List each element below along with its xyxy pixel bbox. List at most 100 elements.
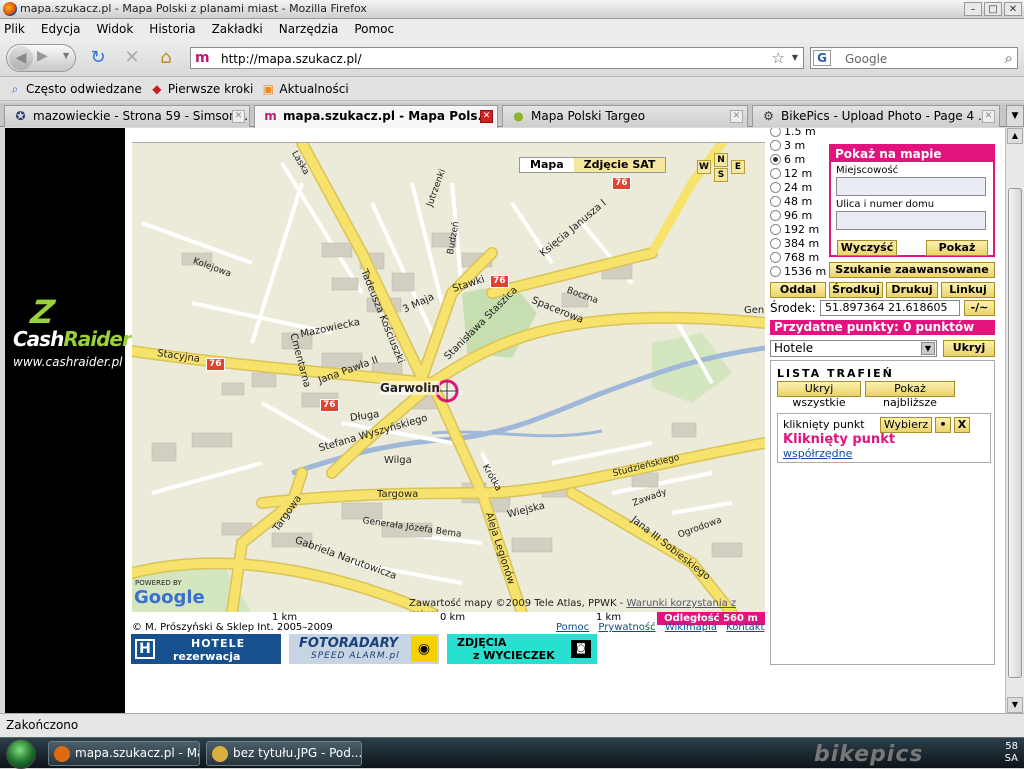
- zoom-radio[interactable]: [770, 237, 781, 249]
- menu-narzedzia[interactable]: Narzędzia: [279, 22, 339, 36]
- zoom-radio[interactable]: [770, 153, 781, 165]
- scroll-down-icon[interactable]: ▼: [1007, 697, 1023, 713]
- help-link[interactable]: Pomoc: [556, 622, 589, 633]
- zoom-radio[interactable]: [770, 139, 781, 151]
- map-canvas[interactable]: Mapa Zdjęcie SAT N W E S 76 76 76 76 76 …: [132, 142, 765, 612]
- trips-banner[interactable]: ZDJĘCIA z WYCIECZEK ◙: [447, 634, 597, 664]
- zoom-option[interactable]: 1.5 m: [770, 128, 816, 138]
- tab-list-icon[interactable]: ▼: [1006, 105, 1024, 127]
- zoom-option[interactable]: 6 m: [770, 152, 805, 166]
- minimize-button[interactable]: –: [964, 2, 982, 16]
- taskbar-paint[interactable]: bez tytułu.JPG - Pod...: [206, 741, 362, 766]
- zoom-radio[interactable]: [770, 167, 781, 179]
- close-window-button[interactable]: ✕: [1004, 2, 1022, 16]
- dot-button[interactable]: •: [935, 417, 951, 433]
- pan-east-button[interactable]: E: [731, 160, 745, 174]
- hotels-banner[interactable]: H HOTELE rezerwacja online: [131, 634, 281, 676]
- zoom-radio[interactable]: [770, 181, 781, 193]
- show-nearest-button[interactable]: Pokaż najbliższe: [865, 381, 955, 409]
- bookmark-aktualnosci[interactable]: ▣ Aktualności: [261, 82, 349, 96]
- zoom-option[interactable]: 96 m: [770, 208, 812, 222]
- tab-mapa-szukacz[interactable]: m mapa.szukacz.pl - Mapa Pols... ✕: [254, 105, 498, 128]
- zoom-radio[interactable]: [770, 128, 781, 137]
- menu-plik[interactable]: Plik: [4, 22, 25, 36]
- search-bar[interactable]: G Google ⌕: [810, 47, 1018, 69]
- menu-widok[interactable]: Widok: [96, 22, 133, 36]
- contact-link[interactable]: Kontakt: [726, 622, 764, 633]
- zoom-out-button[interactable]: Oddal: [770, 282, 826, 298]
- back-button[interactable]: ◀: [9, 46, 33, 70]
- zoom-option[interactable]: 1536 m: [770, 264, 826, 278]
- zoom-radio[interactable]: [770, 265, 781, 277]
- coordinate-format-button[interactable]: -/~: [964, 300, 995, 316]
- google-engine-icon[interactable]: G: [813, 50, 831, 66]
- url-dropdown-icon[interactable]: ▼: [792, 53, 798, 62]
- scroll-thumb[interactable]: [1008, 188, 1022, 678]
- menu-zakladki[interactable]: Zakładki: [212, 22, 263, 36]
- bookmark-pierwsze[interactable]: ◆ Pierwsze kroki: [150, 82, 253, 96]
- close-point-button[interactable]: X: [954, 417, 970, 433]
- tab-targeo[interactable]: ● Mapa Polski Targeo ✕: [502, 105, 748, 127]
- hide-all-button[interactable]: Ukryj wszystkie: [777, 381, 861, 409]
- clear-button[interactable]: Wyczyść: [837, 240, 897, 256]
- close-tab-icon[interactable]: ✕: [982, 110, 995, 123]
- coordinates-link[interactable]: współrzędne: [783, 447, 852, 460]
- close-tab-icon[interactable]: ✕: [480, 110, 493, 123]
- link-button[interactable]: Linkuj: [941, 282, 995, 298]
- hide-category-button[interactable]: Ukryj: [943, 340, 995, 357]
- zoom-option[interactable]: 3 m: [770, 138, 805, 152]
- zoom-option[interactable]: 48 m: [770, 194, 812, 208]
- page-scrollbar[interactable]: ▲ ▼: [1005, 128, 1024, 713]
- google-logo[interactable]: Google: [134, 587, 205, 608]
- pan-south-button[interactable]: S: [714, 168, 728, 182]
- zoom-option-label: 24 m: [784, 180, 813, 194]
- cashraider-ad[interactable]: Z CashRaider www.cashraider.pl: [5, 128, 132, 713]
- zoom-option[interactable]: 12 m: [770, 166, 812, 180]
- zoom-option[interactable]: 384 m: [770, 236, 819, 250]
- show-button[interactable]: Pokaż: [926, 240, 988, 256]
- menu-pomoc[interactable]: Pomoc: [354, 22, 394, 36]
- zoom-radio[interactable]: [770, 209, 781, 221]
- tab-mazowieckie[interactable]: ✪ mazowieckie - Strona 59 - Simson... ✕: [4, 105, 250, 127]
- menu-historia[interactable]: Historia: [149, 22, 195, 36]
- wikimapia-link[interactable]: Wikimapia: [665, 622, 717, 633]
- zoom-option[interactable]: 24 m: [770, 180, 812, 194]
- choose-button[interactable]: Wybierz: [880, 417, 932, 433]
- fotoradary-banner[interactable]: FOTORADARY SPEED ALARM.pl ◉: [289, 634, 439, 664]
- history-dropdown-icon[interactable]: ▼: [63, 51, 69, 60]
- pan-west-button[interactable]: W: [697, 160, 711, 174]
- bookmark-star-icon[interactable]: ☆: [772, 49, 785, 67]
- forward-button[interactable]: ▶: [37, 48, 48, 64]
- center-button[interactable]: Środkuj: [829, 282, 883, 298]
- reload-icon[interactable]: ↻: [88, 48, 108, 68]
- pan-north-button[interactable]: N: [714, 153, 728, 167]
- map-mode-button[interactable]: Mapa: [520, 158, 574, 172]
- privacy-link[interactable]: Prywatność: [598, 622, 655, 633]
- print-button[interactable]: Drukuj: [886, 282, 938, 298]
- url-bar[interactable]: m http://mapa.szukacz.pl/ ☆ ▼: [190, 47, 804, 69]
- stop-icon[interactable]: ✕: [122, 48, 142, 68]
- home-icon[interactable]: ⌂: [156, 48, 176, 68]
- taskbar-firefox[interactable]: mapa.szukacz.pl - Ma...: [48, 741, 200, 766]
- category-select[interactable]: Hotele ▼: [770, 340, 937, 357]
- zoom-radio[interactable]: [770, 195, 781, 207]
- center-coordinates-field[interactable]: 51.897364 21.618605: [820, 300, 960, 316]
- zoom-radio[interactable]: [770, 223, 781, 235]
- advanced-search-button[interactable]: Szukanie zaawansowane: [829, 262, 995, 278]
- city-input[interactable]: [836, 177, 986, 196]
- search-icon[interactable]: ⌕: [1005, 49, 1013, 67]
- zoom-radio[interactable]: [770, 251, 781, 263]
- tab-bikepics[interactable]: ⚙ BikePics - Upload Photo - Page 4 ... ✕: [752, 105, 1000, 127]
- start-button[interactable]: [6, 739, 36, 769]
- satellite-mode-button[interactable]: Zdjęcie SAT: [573, 158, 666, 172]
- bookmark-czesto[interactable]: ⌕ Często odwiedzane: [8, 82, 142, 96]
- menu-edycja[interactable]: Edycja: [41, 22, 81, 36]
- maximize-button[interactable]: □: [984, 2, 1002, 16]
- zoom-option[interactable]: 768 m: [770, 250, 819, 264]
- zoom-option[interactable]: 192 m: [770, 222, 819, 236]
- clock[interactable]: 58 SA: [1005, 741, 1018, 765]
- street-input[interactable]: [836, 211, 986, 230]
- scroll-up-icon[interactable]: ▲: [1007, 128, 1023, 144]
- close-tab-icon[interactable]: ✕: [730, 110, 743, 123]
- close-tab-icon[interactable]: ✕: [232, 110, 245, 123]
